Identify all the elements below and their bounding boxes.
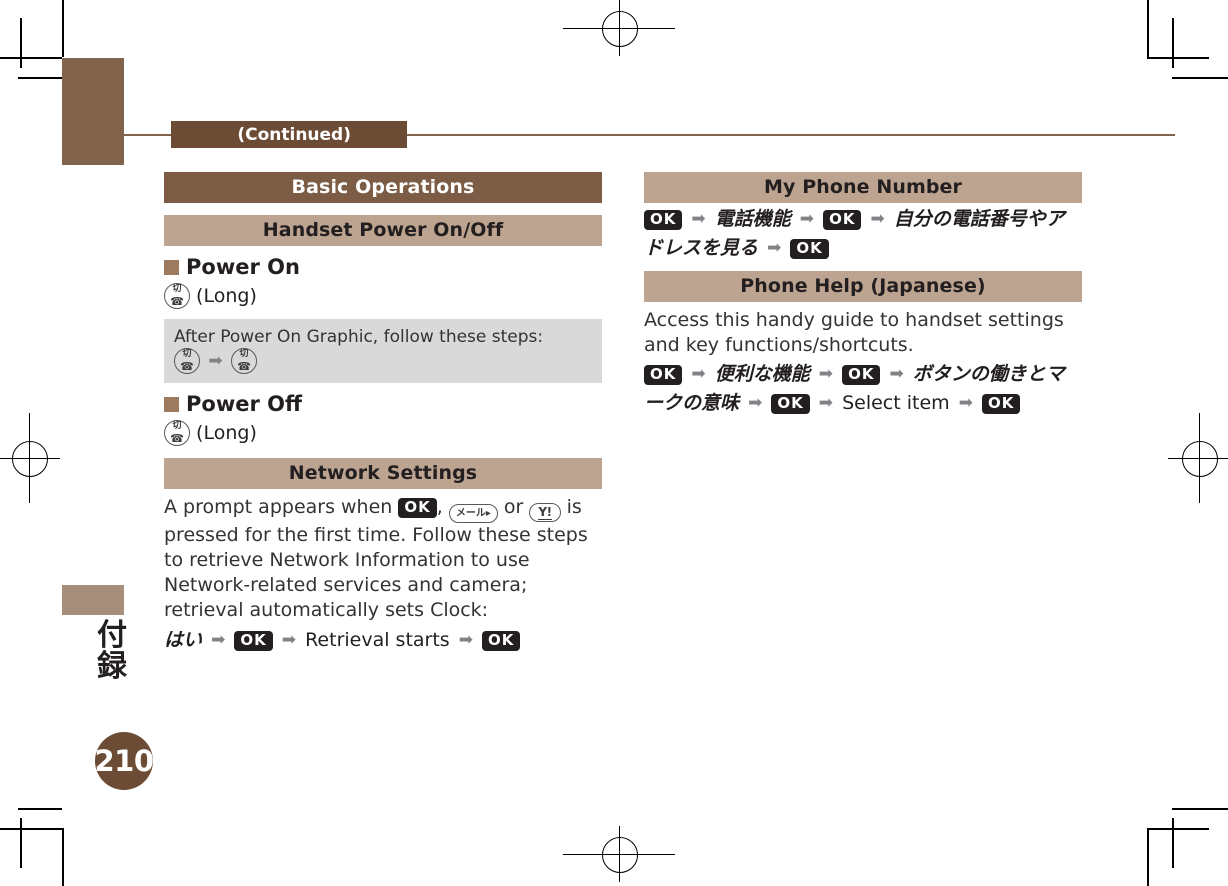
power-off-steps: 切 ☎ (Long) (164, 418, 602, 448)
mail-key-label: メール (455, 508, 486, 519)
network-paragraph-part-1: A prompt appears when (164, 496, 399, 518)
note-steps: 切 ☎ ➡ 切 ☎ (174, 348, 592, 374)
subsection-header-my-phone-number: My Phone Number (644, 172, 1082, 203)
manual-page: 付録 210 (Continued) Basic Operations Hand… (0, 0, 1228, 886)
subsection-header-handset-power: Handset Power On/Off (164, 215, 602, 246)
crop-mark-tl-v2 (20, 18, 22, 68)
subheading-power-off: Power Off (164, 392, 602, 416)
power-off-modifier: (Long) (196, 422, 257, 444)
power-key-icon-bottom: ☎ (170, 295, 184, 308)
ok-key-icon[interactable]: OK (644, 210, 683, 230)
page-number-badge: 210 (94, 732, 154, 790)
crop-mark-tr-h2 (1172, 77, 1228, 79)
section-header-basic-operations: Basic Operations (164, 172, 602, 203)
ok-key-icon[interactable]: OK (398, 498, 437, 518)
current-chapter-tab (62, 585, 124, 615)
subheading-power-on-label: Power On (186, 255, 300, 279)
arrow-icon: ➡ (211, 630, 226, 650)
arrow-icon: ➡ (767, 238, 782, 258)
power-key-icon-bottom: ☎ (180, 360, 194, 373)
crop-mark-tr-h (1147, 57, 1209, 59)
arrow-icon: ➡ (870, 209, 885, 229)
registration-mark-top (563, 0, 675, 56)
ok-key-icon[interactable]: OK (644, 365, 683, 385)
right-column: My Phone Number OK ➡ 電話機能 ➡ OK ➡ 自分の電話番号… (644, 172, 1082, 418)
my-phone-number-steps: OK ➡ 電話機能 ➡ OK ➡ 自分の電話番号やアドレスを見る ➡ OK (644, 205, 1082, 263)
crop-mark-bl-v2 (20, 818, 22, 868)
continued-header: (Continued) (171, 121, 407, 148)
subheading-power-off-label: Power Off (186, 392, 302, 416)
step-yes-label: はい (164, 629, 203, 651)
square-bullet-icon (164, 396, 179, 412)
phone-help-steps: OK ➡ 便利な機能 ➡ OK ➡ ボタンの働きとマークの意味 ➡ OK ➡ S… (644, 360, 1082, 418)
crop-mark-bl-h (0, 828, 62, 830)
registration-mark-right (1168, 413, 1228, 503)
power-key-icon-bottom: ☎ (170, 432, 184, 445)
power-key-icon-top: 切 (172, 284, 182, 294)
phone-help-paragraph: Access this handy guide to handset setti… (644, 309, 1064, 356)
yahoo-key-label: Y! (538, 505, 552, 520)
arrow-icon: ➡ (958, 393, 973, 413)
subsection-header-phone-help: Phone Help (Japanese) (644, 271, 1082, 302)
power-key-icon[interactable]: 切 ☎ (164, 420, 190, 446)
network-paragraph-part-3: or (497, 496, 530, 518)
subheading-power-on: Power On (164, 255, 602, 279)
registration-mark-left (0, 413, 60, 503)
note-box: After Power On Graphic, follow these ste… (164, 319, 602, 383)
ok-key-icon[interactable]: OK (982, 394, 1021, 414)
chapter-tab-block (62, 58, 124, 165)
network-settings-paragraph: A prompt appears when OK, メール▸ or Y! is … (164, 495, 602, 623)
ok-key-icon[interactable]: OK (842, 365, 881, 385)
arrow-icon: ➡ (208, 351, 223, 371)
phone-help-step-1-label: 便利な機能 (714, 363, 810, 385)
ok-key-icon[interactable]: OK (790, 239, 829, 259)
ok-key-icon[interactable]: OK (482, 631, 521, 651)
crop-mark-bl-h2 (18, 808, 62, 810)
ok-key-icon[interactable]: OK (823, 210, 862, 230)
crop-mark-tl-h2 (18, 77, 62, 79)
phone-help-step-3-label: Select item (842, 392, 950, 414)
crop-mark-tl-v (62, 0, 64, 57)
arrow-icon: ➡ (748, 393, 763, 413)
power-key-icon-top: 切 (182, 349, 192, 359)
power-key-icon[interactable]: 切 ☎ (231, 348, 258, 374)
mail-key-icon[interactable]: メール▸ (448, 504, 498, 523)
ok-key-icon[interactable]: OK (771, 394, 810, 414)
power-key-icon-top: 切 (172, 421, 182, 431)
arrow-icon: ➡ (281, 630, 297, 650)
arrow-icon: ➡ (691, 209, 706, 229)
registration-mark-bottom (563, 826, 675, 882)
power-key-icon-top: 切 (239, 349, 249, 359)
crop-mark-br-h2 (1172, 808, 1228, 810)
arrow-icon: ➡ (458, 630, 473, 650)
arrow-icon: ➡ (799, 209, 815, 229)
crop-mark-tr-v2 (1172, 18, 1174, 68)
power-key-icon[interactable]: 切 ☎ (174, 348, 200, 374)
yahoo-key-icon[interactable]: Y! (529, 503, 561, 522)
note-text: After Power On Graphic, follow these ste… (174, 327, 544, 347)
network-paragraph-part-2: , (436, 496, 449, 518)
crop-mark-tl-h (0, 57, 62, 59)
crop-mark-br-v (1147, 828, 1149, 886)
chapter-tab-label: 付録 (97, 618, 127, 684)
my-phone-step-1-label: 電話機能 (714, 208, 791, 230)
arrow-icon: ➡ (818, 364, 834, 384)
left-column: Basic Operations Handset Power On/Off Po… (164, 172, 602, 655)
power-key-icon-bottom: ☎ (237, 360, 251, 373)
power-on-steps: 切 ☎ (Long) (164, 281, 602, 311)
subsection-header-network-settings: Network Settings (164, 458, 602, 489)
network-settings-steps: はい ➡ OK ➡ Retrieval starts ➡ OK (164, 625, 602, 655)
arrow-icon: ➡ (889, 364, 904, 384)
step-retrieval-label: Retrieval starts (305, 629, 450, 651)
crop-mark-bl-v (62, 828, 64, 886)
square-bullet-icon (164, 259, 179, 275)
arrow-icon: ➡ (691, 364, 706, 384)
ok-key-icon[interactable]: OK (234, 631, 273, 651)
arrow-icon: ➡ (818, 393, 834, 413)
crop-mark-br-h (1147, 828, 1209, 830)
crop-mark-tr-v (1147, 0, 1149, 57)
power-on-modifier: (Long) (196, 285, 257, 307)
crop-mark-br-v2 (1172, 818, 1174, 868)
power-key-icon[interactable]: 切 ☎ (164, 283, 190, 309)
